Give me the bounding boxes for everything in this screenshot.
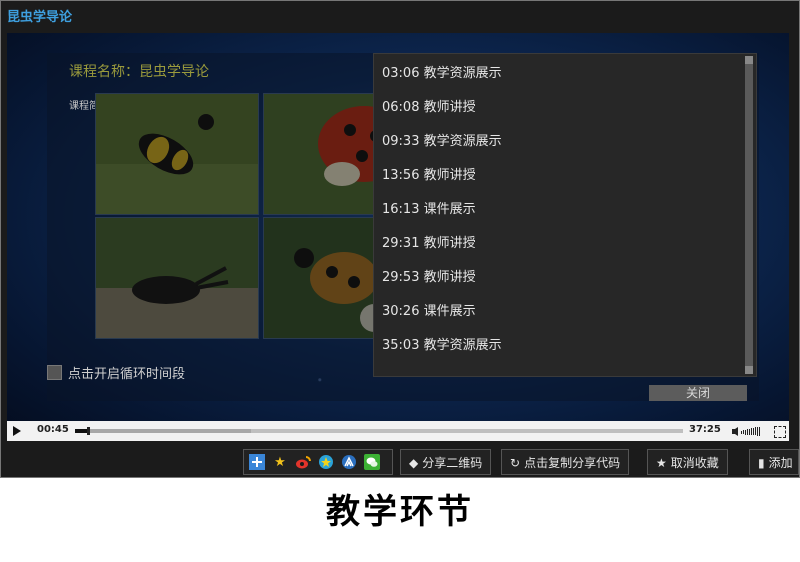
chapter-label: 教学资源展示: [423, 338, 502, 353]
player-controls: 00:45 37:25: [7, 421, 789, 441]
chapter-item[interactable]: 35:03 教学资源展示: [382, 334, 502, 353]
chapter-label: 课件展示: [423, 202, 476, 217]
chapter-item[interactable]: 03:06 教学资源展示: [382, 62, 502, 81]
insect-image: [95, 93, 259, 215]
chapter-label: 教师讲授: [423, 168, 476, 183]
play-icon[interactable]: [13, 426, 21, 436]
chapter-time: 29:31: [382, 236, 420, 251]
chapter-item[interactable]: 09:33 教学资源展示: [382, 130, 502, 149]
video-player[interactable]: 课程名称：昆虫学导论 课程简介： 点击开启循环时间段 03:06 教学资源展示 …: [7, 33, 789, 441]
video-window: 昆虫学导论 课程名称：昆虫学导论 课程简介： 点击开启循环时间段 03:06 教…: [0, 0, 800, 478]
volume-icon[interactable]: [732, 427, 764, 436]
played-bar: [75, 429, 88, 433]
weibo-icon[interactable]: [294, 453, 312, 471]
chapter-item[interactable]: 29:53 教师讲授: [382, 266, 476, 285]
chapter-item[interactable]: 13:56 教师讲授: [382, 164, 476, 183]
chapter-label: 教学资源展示: [423, 134, 502, 149]
add-icon[interactable]: [248, 453, 266, 471]
scroll-up-arrow[interactable]: [745, 56, 753, 64]
bookmark-icon: ▮: [758, 456, 765, 470]
chapter-list: 03:06 教学资源展示 06:08 教师讲授 09:33 教学资源展示 13:56 …: [373, 53, 757, 377]
chapter-time: 06:08: [382, 100, 420, 115]
wechat-icon[interactable]: [363, 453, 381, 471]
chapter-label: 教师讲授: [423, 100, 476, 115]
star-icon[interactable]: ★: [271, 453, 289, 471]
loop-checkbox[interactable]: [47, 365, 62, 380]
current-time: 00:45: [37, 424, 69, 435]
chapter-item[interactable]: 16:13 课件展示: [382, 198, 476, 217]
chapter-label: 教学资源展示: [423, 66, 502, 81]
share-qr-button[interactable]: ◆ 分享二维码: [400, 449, 492, 475]
chapter-time: 29:53: [382, 270, 420, 285]
add-label: 添加: [768, 456, 793, 470]
insect-image: [95, 217, 259, 339]
loop-toggle[interactable]: 点击开启循环时间段: [47, 363, 185, 382]
chapter-label: 教师讲授: [423, 236, 476, 251]
chapter-time: 03:06: [382, 66, 420, 81]
fullscreen-icon[interactable]: [774, 426, 786, 438]
duration: 37:25: [689, 424, 721, 435]
share-icon: ↻: [510, 456, 521, 470]
progress-thumb[interactable]: [87, 427, 91, 435]
course-name: 课程名称：昆虫学导论: [69, 64, 209, 80]
caption: 教学环节: [326, 492, 474, 532]
copy-share-code-button[interactable]: ↻ 点击复制分享代码: [501, 449, 630, 475]
unfavorite-button[interactable]: ★ 取消收藏: [647, 449, 728, 475]
chapter-time: 16:13: [382, 202, 420, 217]
copy-share-code-label: 点击复制分享代码: [524, 456, 621, 470]
chapter-item[interactable]: 06:08 教师讲授: [382, 96, 476, 115]
qzone-icon[interactable]: [317, 453, 335, 471]
progress-track[interactable]: [75, 427, 683, 435]
chapter-label: 教师讲授: [423, 270, 476, 285]
add-button[interactable]: ▮ 添加: [749, 449, 799, 475]
unfavorite-label: 取消收藏: [670, 456, 719, 470]
renren-icon[interactable]: [340, 453, 358, 471]
chapter-scrollbar[interactable]: [745, 56, 753, 374]
star-outline-icon: ★: [656, 456, 667, 470]
chapter-time: 30:26: [382, 304, 420, 319]
window-title: 昆虫学导论: [7, 10, 73, 25]
chapter-time: 13:56: [382, 168, 420, 183]
share-icon-group: ★: [243, 449, 393, 475]
share-toolbar: ★ ◆ 分享二维码 ↻ 点击复制分享代码 ★ 取消收藏 ▮ 添加: [1, 448, 799, 478]
tag-icon: ◆: [409, 456, 419, 470]
chapter-item[interactable]: 29:31 教师讲授: [382, 232, 476, 251]
chapter-time: 09:33: [382, 134, 420, 149]
scroll-down-arrow[interactable]: [745, 366, 753, 374]
loop-label: 点击开启循环时间段: [68, 367, 186, 382]
chapter-item[interactable]: 30:26 课件展示: [382, 300, 476, 319]
chapter-time: 35:03: [382, 338, 420, 353]
buffered-bar: [75, 429, 252, 433]
close-button[interactable]: 关闭: [649, 385, 747, 401]
share-qr-label: 分享二维码: [422, 456, 483, 470]
chapter-label: 课件展示: [423, 304, 476, 319]
